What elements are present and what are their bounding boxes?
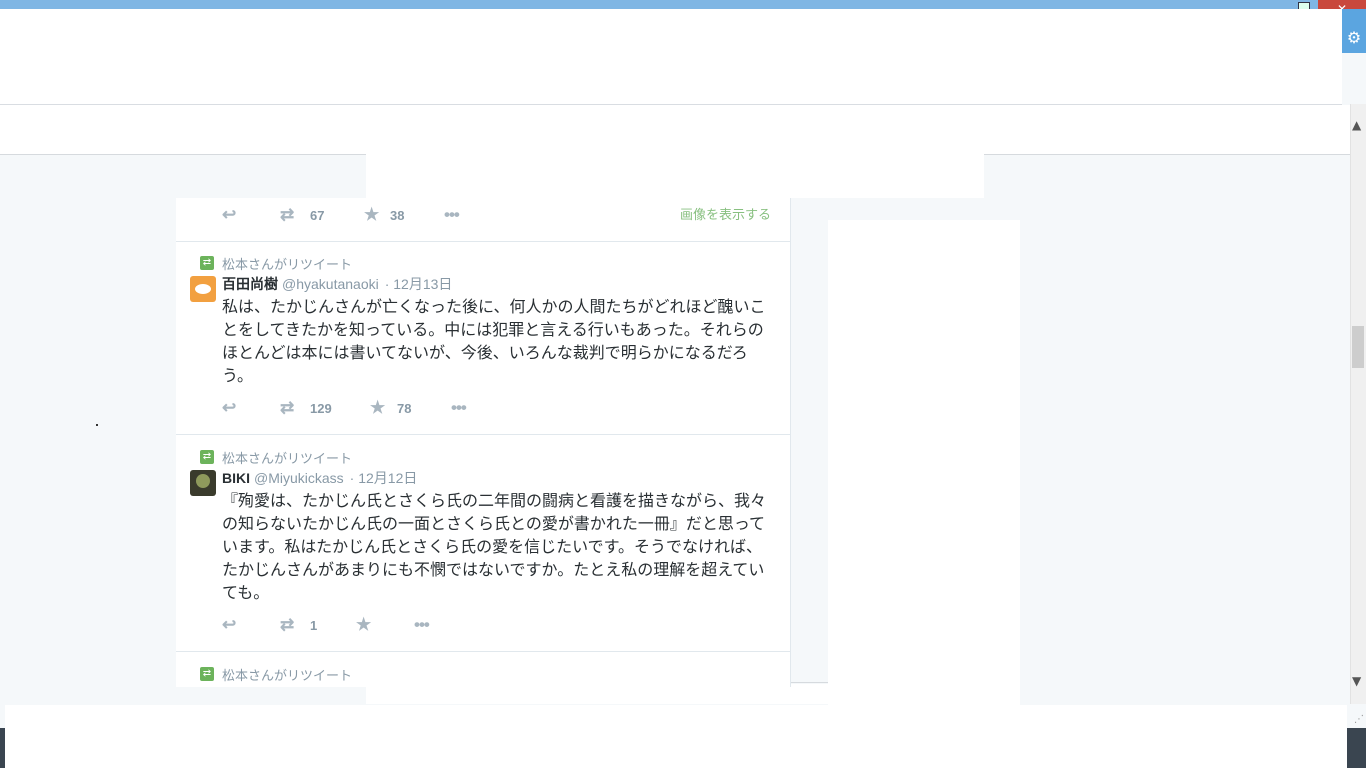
reply-icon[interactable]: ↩ <box>222 398 236 418</box>
retweeted-by-label[interactable]: 松本さんがリツイート <box>222 665 352 684</box>
tweet-text: 『殉愛は、たかじん氏とさくら氏の二年間の闘病と看護を描きながら、我々の知らないた… <box>222 491 767 602</box>
screen-name[interactable]: @hyakutanaoki <box>282 276 379 292</box>
footer-area <box>5 705 1347 768</box>
scroll-down-arrow-icon[interactable]: ▼ <box>1352 674 1361 688</box>
favorite-icon[interactable]: ★ <box>364 205 379 225</box>
header-strip <box>0 105 1350 155</box>
retweet-icon[interactable]: ⇄ <box>280 398 294 418</box>
retweet-count: 67 <box>310 207 325 223</box>
scroll-up-arrow-icon[interactable]: ▲ <box>1352 118 1361 132</box>
display-name[interactable]: BIKI <box>222 470 250 486</box>
retweet-context: ⇄ 松本さんがリツイート <box>200 254 352 273</box>
more-icon[interactable]: ••• <box>451 398 467 418</box>
retweet-badge-icon: ⇄ <box>200 256 214 270</box>
favorite-icon[interactable]: ★ <box>356 615 371 635</box>
egg-avatar-icon <box>195 284 211 294</box>
retweet-icon[interactable]: ⇄ <box>280 615 294 635</box>
divider <box>176 241 790 242</box>
tweet-header: 百田尚樹 @hyakutanaoki · 12月13日 <box>222 274 452 292</box>
favorite-count: 38 <box>390 207 405 223</box>
more-icon[interactable]: ••• <box>444 205 460 225</box>
screen-name[interactable]: @Miyukickass <box>254 470 344 486</box>
header-area <box>0 9 1342 105</box>
retweet-icon[interactable]: ⇄ <box>280 205 294 225</box>
tweet-header: BIKI @Miyukickass · 12月12日 <box>222 468 417 486</box>
timestamp[interactable]: · 12月13日 <box>385 276 453 292</box>
avatar[interactable] <box>190 276 216 302</box>
reply-icon[interactable]: ↩ <box>222 615 236 635</box>
retweet-context: ⇄ 松本さんがリツイート <box>200 665 352 684</box>
scrollbar-thumb[interactable] <box>1352 326 1364 368</box>
timestamp[interactable]: · 12月12日 <box>350 470 418 486</box>
retweet-context: ⇄ 松本さんがリツイート <box>200 448 352 467</box>
favorite-count: 78 <box>397 400 412 416</box>
tweet-text: 私は、たかじんさんが亡くなった後に、何人かの人間たちがどれほど醜いことをしてきた… <box>222 297 766 385</box>
retweeted-by-label[interactable]: 松本さんがリツイート <box>222 448 352 467</box>
favorite-icon[interactable]: ★ <box>370 398 385 418</box>
retweet-count: 129 <box>310 400 332 416</box>
retweet-count: 1 <box>310 617 318 633</box>
retweet-badge-icon: ⇄ <box>200 667 214 681</box>
display-name[interactable]: 百田尚樹 <box>222 276 278 292</box>
background-panel-bottom <box>366 684 1020 704</box>
show-image-link[interactable]: 画像を表示する <box>680 204 771 223</box>
window-title-bar <box>0 0 1366 9</box>
reply-icon[interactable]: ↩ <box>222 205 236 225</box>
divider <box>176 651 790 652</box>
resize-grip-icon[interactable]: ⋰ <box>1354 714 1364 725</box>
vertical-scrollbar[interactable] <box>1350 104 1366 704</box>
retweeted-by-label[interactable]: 松本さんがリツイート <box>222 254 352 273</box>
retweet-badge-icon: ⇄ <box>200 450 214 464</box>
stray-dot <box>96 424 98 426</box>
photo-avatar-icon <box>196 474 210 488</box>
avatar[interactable] <box>190 470 216 496</box>
timeline-gutter <box>791 198 828 683</box>
more-icon[interactable]: ••• <box>414 615 430 635</box>
background-panel-right <box>828 220 1020 705</box>
background-panel <box>366 154 984 198</box>
divider <box>176 434 790 435</box>
taskbar-right <box>1347 728 1366 768</box>
gear-icon[interactable]: ⚙ <box>1342 28 1366 48</box>
timeline: ↩ ⇄ 67 ★ 38 ••• 画像を表示する ⇄ 松本さんがリツイート 百田尚… <box>176 198 791 687</box>
